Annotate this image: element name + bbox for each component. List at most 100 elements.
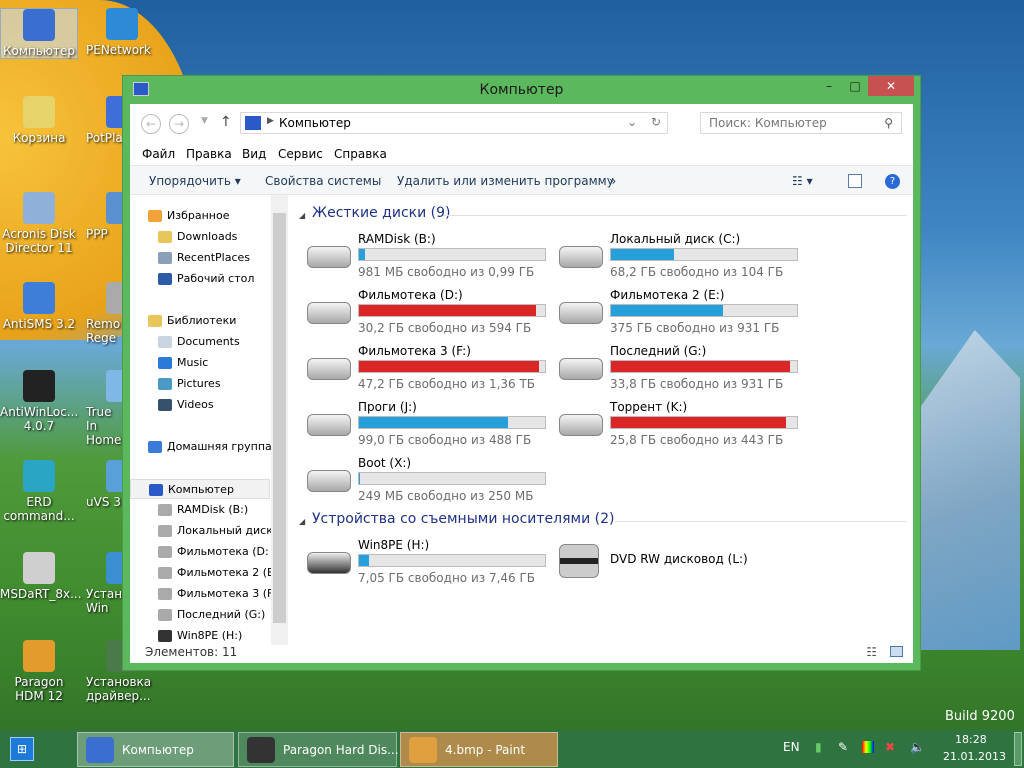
app-icon — [23, 9, 55, 41]
clock-date[interactable]: 21.01.2013 — [943, 750, 1006, 763]
safely-remove-icon[interactable]: ▮ — [815, 740, 822, 754]
sidebar-item[interactable]: Избранное — [148, 206, 229, 226]
minimize-button[interactable]: – — [816, 76, 842, 96]
back-button[interactable]: ← — [141, 114, 161, 134]
menu-help[interactable]: Справка — [334, 147, 387, 161]
drive-tile[interactable]: Последний (G:) 33,8 ГБ свободно из 931 ГБ — [559, 344, 809, 398]
forward-button[interactable]: → — [169, 114, 189, 134]
sidebar-item[interactable]: Рабочий стол — [158, 269, 254, 289]
desktop-icon-item[interactable]: Установка драйвер... — [81, 640, 151, 703]
more-commands-button[interactable]: » — [609, 174, 616, 188]
show-desktop-button[interactable] — [1014, 732, 1022, 766]
group-hard-drives[interactable]: Жесткие диски (9) — [312, 205, 450, 221]
drive-tile-dvd[interactable]: DVD RW дисковод (L:) — [559, 538, 809, 592]
desktop-icon-item[interactable]: Корзина — [0, 96, 78, 145]
desktop-icon-item[interactable]: PENetwork — [81, 8, 151, 57]
desktop-icon-item[interactable]: MSDaRT_8x... — [0, 552, 82, 601]
volume-icon[interactable]: 🔈 — [910, 740, 925, 754]
menu-file[interactable]: Файл — [142, 147, 175, 161]
collapse-group-icon[interactable]: ◢ — [299, 211, 305, 220]
pen-icon[interactable]: ✎ — [838, 740, 848, 754]
scrollbar-thumb[interactable] — [273, 213, 286, 623]
group-removable[interactable]: Устройства со съемными носителями (2) — [312, 511, 614, 527]
taskbar-button[interactable]: 4.bmp - Paint — [400, 732, 558, 767]
sidebar-item[interactable]: Домашняя группа — [148, 437, 272, 457]
breadcrumb-chevron-icon[interactable]: ▶ — [267, 116, 274, 126]
desktop-icon-item[interactable]: PPP — [81, 192, 138, 241]
sidebar-item[interactable]: Библиотеки — [148, 311, 236, 331]
clock-time[interactable]: 18:28 — [955, 733, 987, 746]
sidebar-item[interactable]: Pictures — [158, 374, 221, 394]
search-input[interactable]: Поиск: Компьютер ⚲ — [700, 112, 902, 134]
sidebar-item[interactable]: Фильмотека (D: — [158, 542, 269, 562]
menu-tools[interactable]: Сервис — [278, 147, 323, 161]
system-properties-button[interactable]: Свойства системы — [265, 174, 381, 188]
desktop-icon-item[interactable]: Paragon HDM 12 — [0, 640, 78, 703]
uninstall-program-button[interactable]: Удалить или изменить программу — [397, 174, 614, 188]
desktop-icon-item[interactable]: PotPla — [81, 96, 138, 145]
up-button[interactable]: ↑ — [220, 114, 232, 130]
desktop-icon-label: MSDaRT_8x... — [0, 587, 82, 601]
drive-tile[interactable]: Win8PE (H:) 7,05 ГБ свободно из 7,46 ГБ — [307, 538, 557, 592]
menu-view[interactable]: Вид — [242, 147, 266, 161]
taskbar-button[interactable]: Компьютер — [77, 732, 234, 767]
address-dropdown-icon[interactable]: ⌄ — [627, 115, 637, 129]
refresh-icon[interactable]: ↻ — [651, 115, 661, 129]
drive-tile[interactable]: Торрент (K:) 25,8 ГБ свободно из 443 ГБ — [559, 400, 809, 454]
sidebar-item[interactable]: Music — [158, 353, 208, 373]
collapse-group-icon[interactable]: ◢ — [299, 517, 305, 526]
help-icon[interactable]: ? — [885, 174, 900, 189]
sidebar-item[interactable]: RAMDisk (B:) — [158, 500, 248, 520]
drive-usage-bar — [358, 472, 546, 485]
sidebar-item[interactable]: Фильмотека 3 (F — [158, 584, 273, 604]
drive-usage-fill — [359, 249, 365, 260]
desktop-icon-item[interactable]: AntiSMS 3.2 — [0, 282, 78, 331]
explorer-window: Компьютер – □ ✕ ← → ▼ ↑ ▶ Компьютер ⌄ ↻ … — [122, 75, 921, 671]
desktop-icon-item[interactable]: Acronis Disk Director 11 — [0, 192, 78, 255]
sidebar-item[interactable]: Компьютер — [130, 479, 270, 499]
computer-icon — [245, 116, 261, 130]
desktop-icon-item[interactable]: Компьютер — [0, 8, 78, 59]
desktop-icon-item[interactable]: Remo Rege — [81, 282, 138, 345]
organize-button[interactable]: Упорядочить ▾ — [149, 174, 241, 188]
drive-tile[interactable]: RAMDisk (B:) 981 МБ свободно из 0,99 ГБ — [307, 232, 557, 286]
sidebar-item[interactable]: Videos — [158, 395, 214, 415]
sidebar-item-label: Последний (G:) — [177, 608, 266, 621]
network-disconnected-icon[interactable]: ✖ — [885, 740, 895, 754]
sidebar-item[interactable]: Локальный диск — [158, 521, 273, 541]
drive-tile[interactable]: Фильмотека 2 (E:) 375 ГБ свободно из 931 … — [559, 288, 809, 342]
address-bar[interactable]: ▶ Компьютер ⌄ ↻ — [240, 112, 668, 134]
sidebar-item[interactable]: Последний (G:) — [158, 605, 265, 625]
recent-chevron-icon[interactable]: ▼ — [201, 116, 208, 126]
language-indicator[interactable]: EN — [783, 740, 800, 754]
change-view-icon[interactable]: ☷ ▾ — [792, 174, 813, 188]
taskbar-button[interactable]: Paragon Hard Dis... — [238, 732, 399, 767]
drive-tile[interactable]: Фильмотека (D:) 30,2 ГБ свободно из 594 Г… — [307, 288, 557, 342]
drive-tile[interactable]: Фильмотека 3 (F:) 47,2 ГБ свободно из 1,3… — [307, 344, 557, 398]
preview-pane-icon[interactable] — [848, 174, 862, 188]
sidebar-item[interactable]: Documents — [158, 332, 240, 352]
drive-icon — [158, 504, 172, 516]
start-button[interactable]: ⊞ — [10, 737, 34, 761]
sidebar-item[interactable]: RecentPlaces — [158, 248, 250, 268]
sidebar-item[interactable]: Фильмотека 2 (E — [158, 563, 274, 583]
desktop-icon-item[interactable]: ERD command... — [0, 460, 78, 523]
maximize-button[interactable]: □ — [842, 76, 868, 96]
desktop-icon-item[interactable]: uVS 3 — [81, 460, 138, 509]
menu-edit[interactable]: Правка — [186, 147, 232, 161]
drive-tile[interactable]: Boot (X:) 249 МБ свободно из 250 МБ — [307, 456, 557, 510]
drive-tile[interactable]: Локальный диск (C:) 68,2 ГБ свободно из 1… — [559, 232, 809, 286]
taskbar-button-label: Paragon Hard Dis... — [283, 743, 399, 757]
search-placeholder: Поиск: Компьютер — [709, 116, 827, 130]
color-icon[interactable] — [862, 741, 874, 753]
sidebar-item[interactable]: Downloads — [158, 227, 237, 247]
hard-drive-icon — [559, 246, 603, 268]
close-button[interactable]: ✕ — [868, 76, 914, 96]
desktop-icon-item[interactable]: AntiWinLoc... 4.0.7 — [0, 370, 78, 433]
details-view-icon[interactable]: ☷ — [866, 641, 877, 663]
large-icons-view-icon[interactable] — [890, 646, 903, 657]
navigation-scrollbar[interactable] — [271, 195, 288, 645]
drive-tile[interactable]: Проги (J:) 99,0 ГБ свободно из 488 ГБ — [307, 400, 557, 454]
desktop-icon-item[interactable]: Устано Win — [81, 552, 138, 615]
desktop-icon-item[interactable]: True In Home — [81, 370, 138, 447]
